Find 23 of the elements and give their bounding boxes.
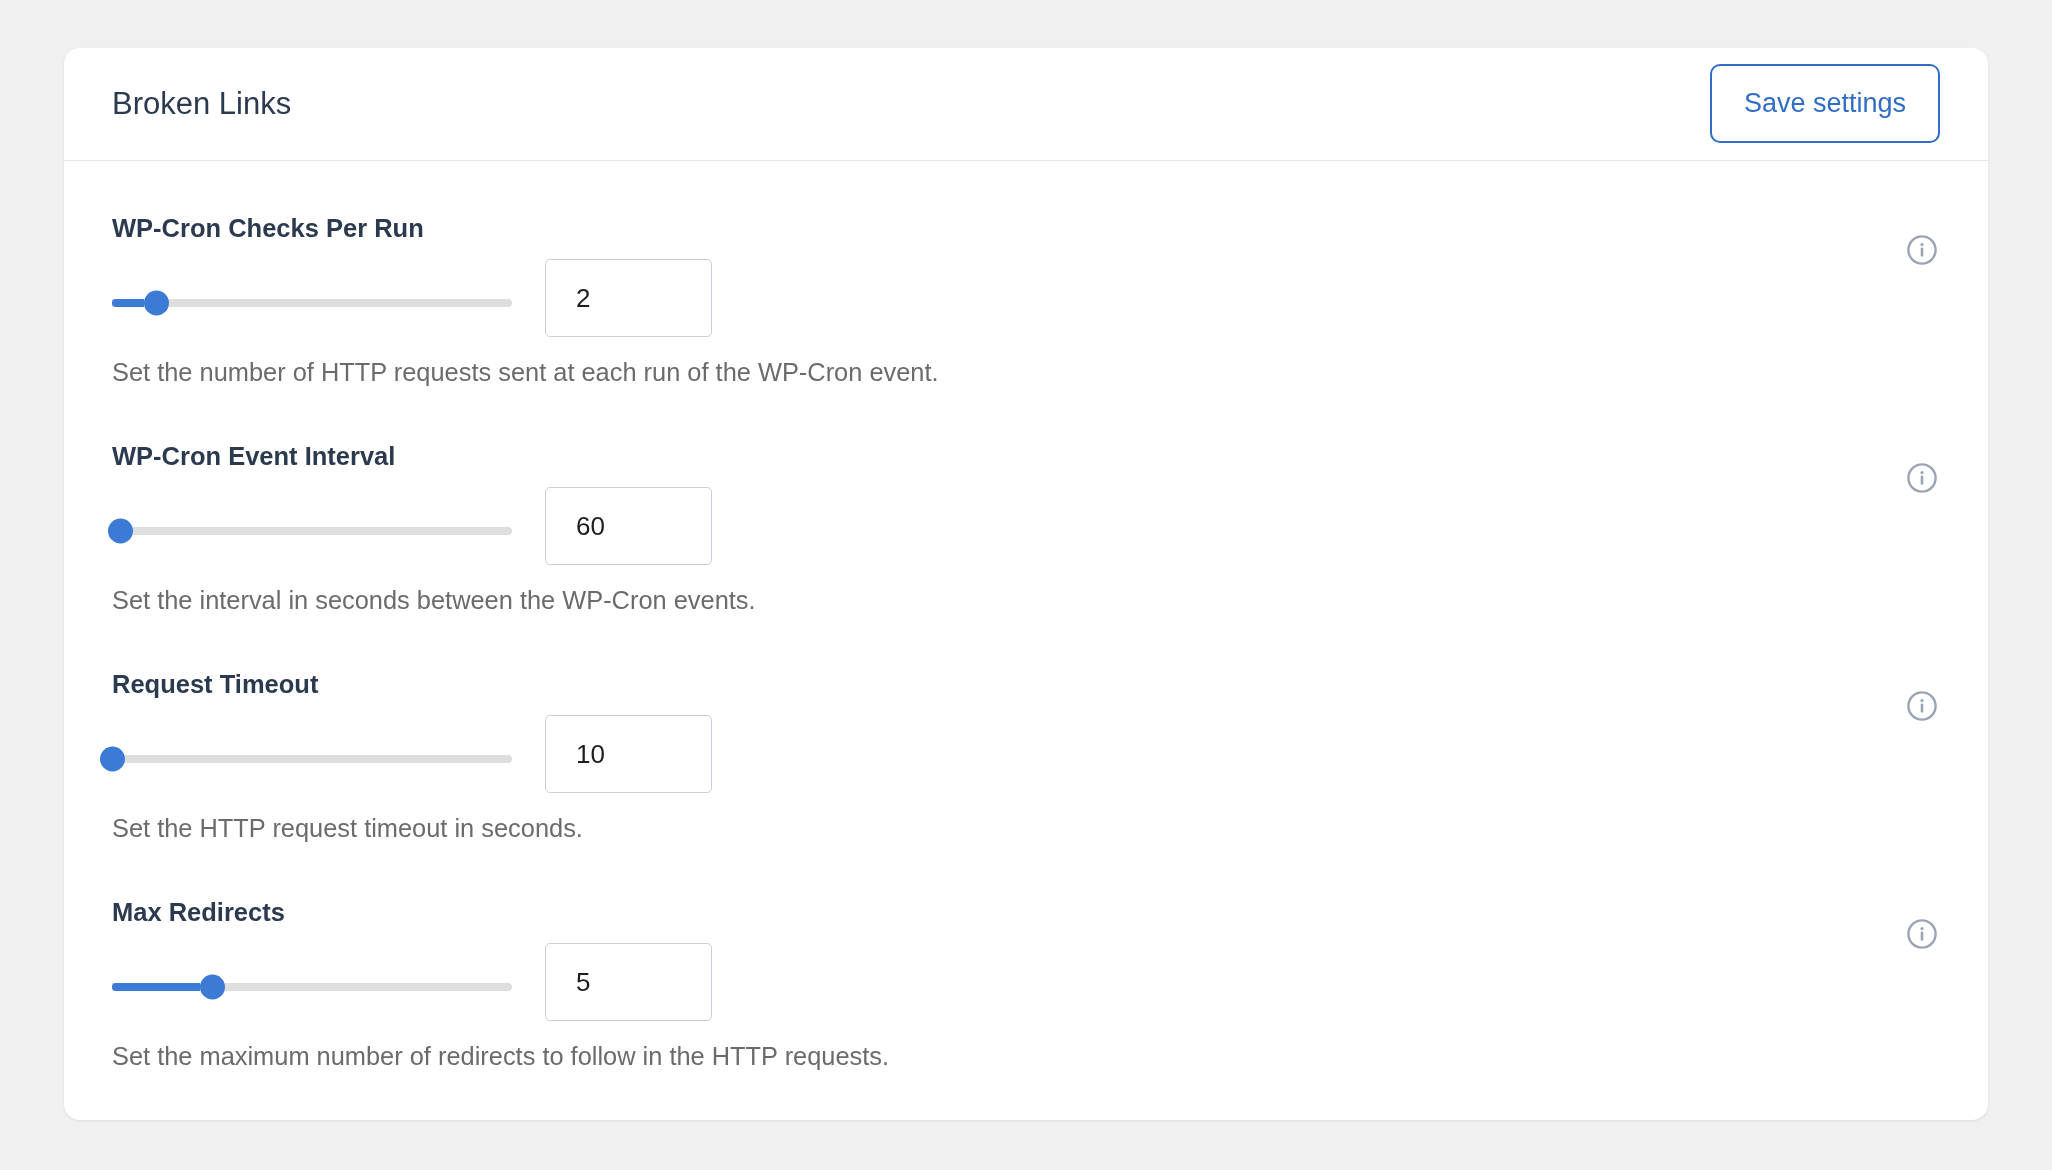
description-text: Set the number of HTTP requests sent at each run of the WP-Cron event.: [112, 357, 939, 388]
slider-thumb[interactable]: [107, 518, 133, 544]
description-text: Set the maximum number of redirects to follow in the HTTP requests.: [112, 1041, 890, 1072]
slider-thumb[interactable]: [143, 290, 169, 316]
slider-thumb[interactable]: [199, 974, 225, 1000]
setting-label: WP-Cron Checks Per Run: [112, 213, 424, 243]
info-icon[interactable]: [1907, 463, 1937, 493]
input-field[interactable]: 5: [545, 943, 712, 1021]
setting-label: WP-Cron Event Interval: [112, 441, 396, 471]
save-settings-button[interactable]: Save settings: [1710, 64, 1940, 143]
info-icon[interactable]: [1907, 235, 1937, 265]
slider-thumb[interactable]: [99, 746, 125, 772]
slider-fill: [112, 299, 144, 307]
description-text: Set the interval in seconds between the WP-Cron events.: [112, 585, 756, 616]
input-field[interactable]: 10: [545, 715, 712, 793]
setting-label: Max Redirects: [112, 897, 285, 927]
info-icon[interactable]: [1907, 691, 1937, 721]
setting-label: Request Timeout: [112, 669, 319, 699]
description-text: Set the HTTP request timeout in seconds.: [112, 813, 583, 844]
info-icon[interactable]: [1907, 919, 1937, 949]
input-field[interactable]: 2: [545, 259, 712, 337]
input-field[interactable]: 60: [545, 487, 712, 565]
page-title: Broken Links: [112, 85, 292, 122]
